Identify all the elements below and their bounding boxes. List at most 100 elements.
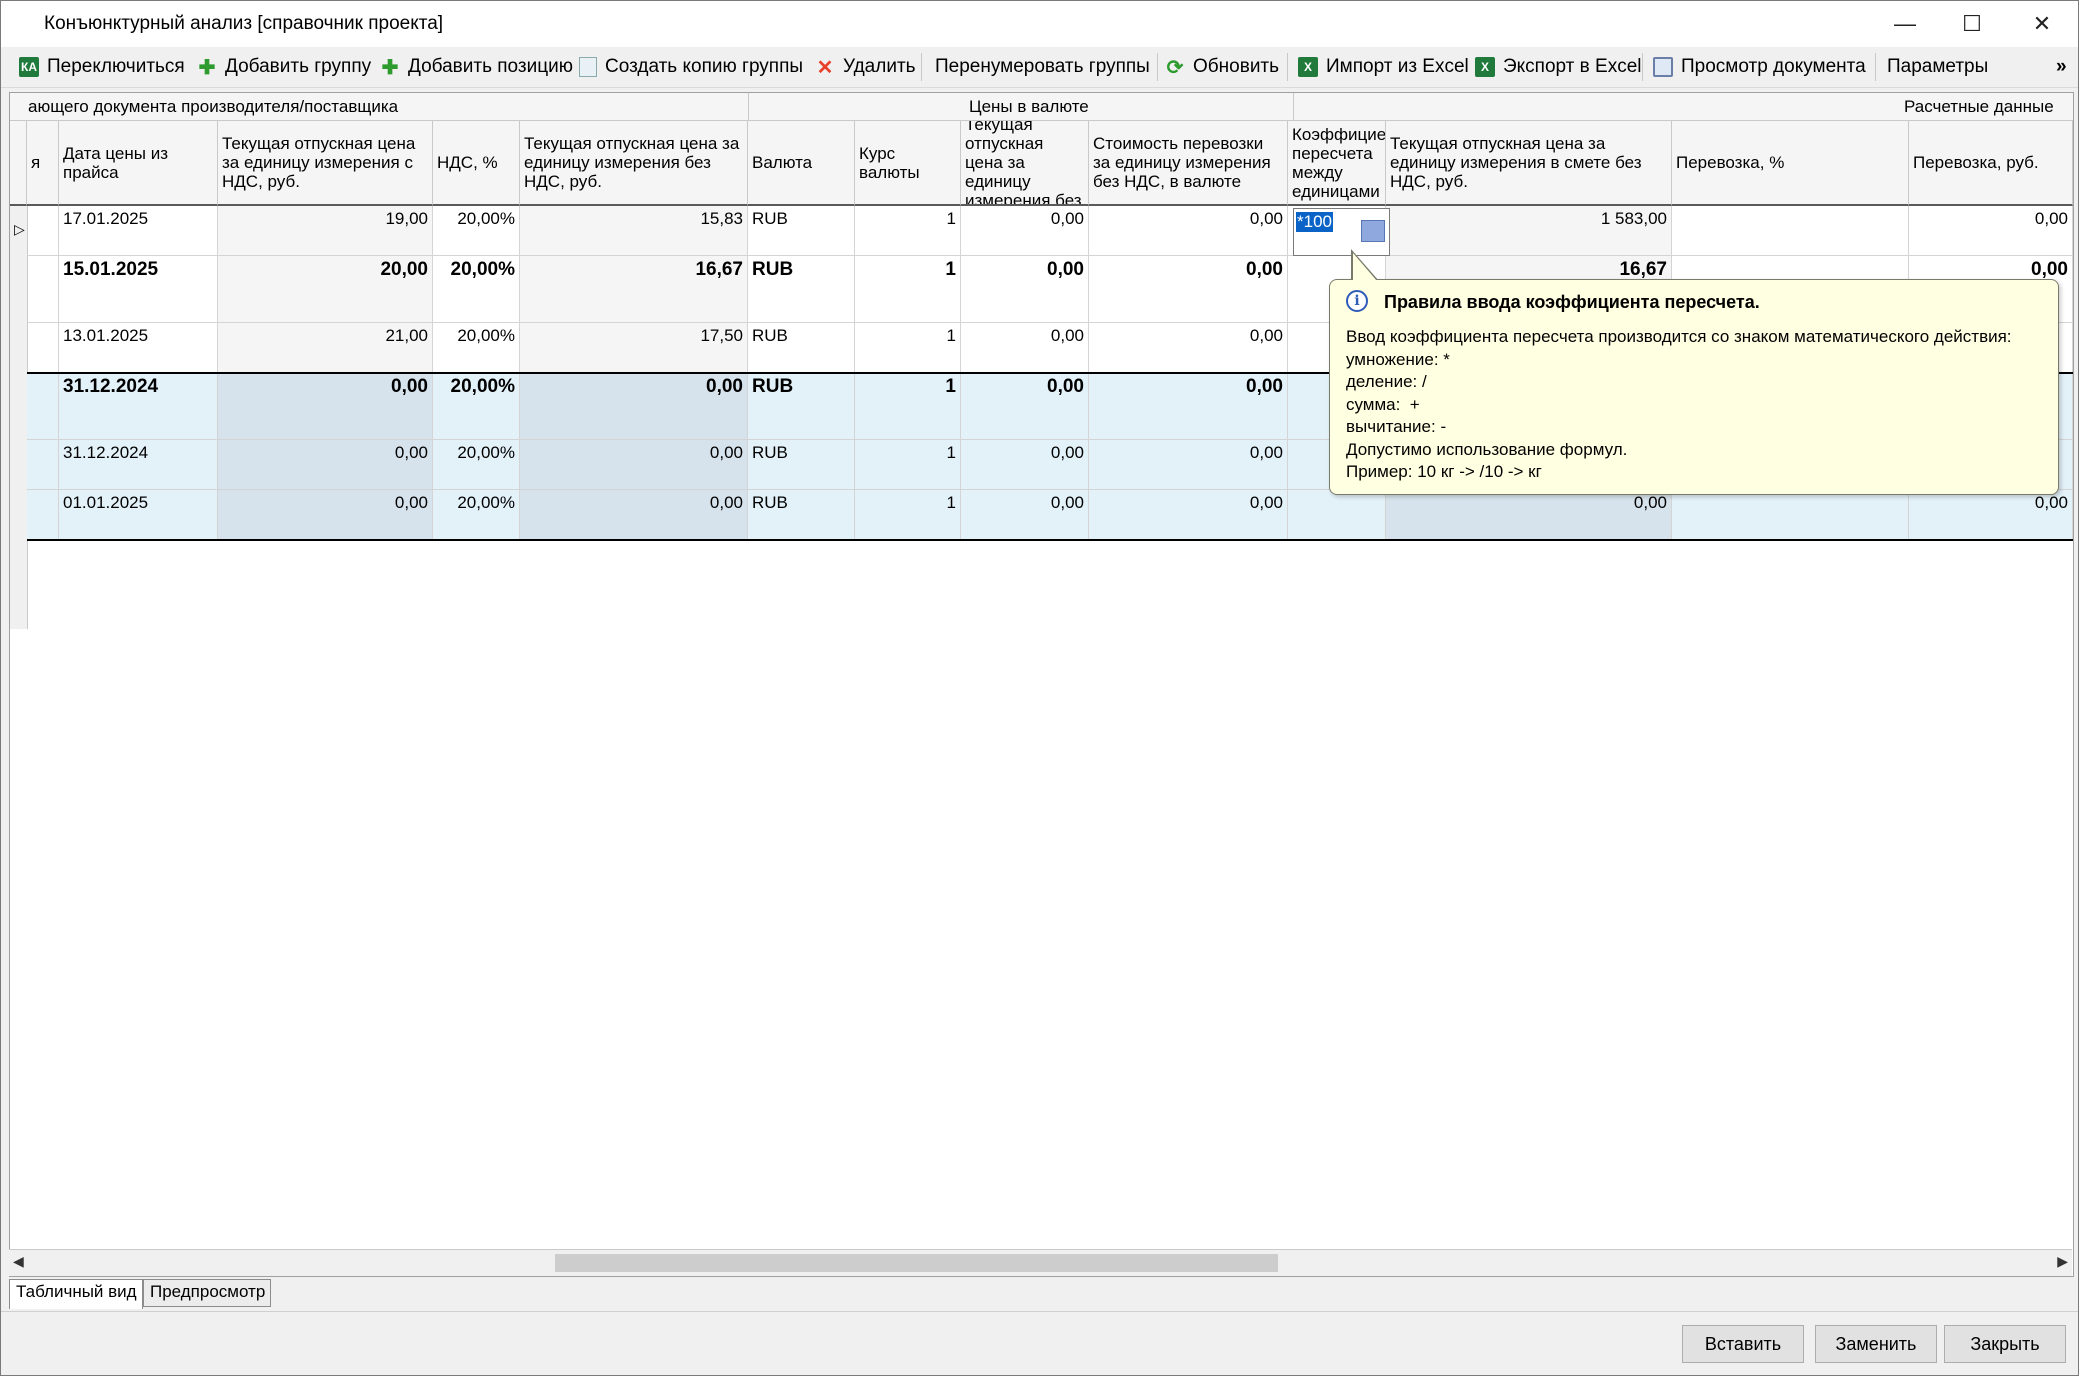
close-button[interactable]: Закрыть <box>1944 1325 2066 1363</box>
cell-cur_price[interactable]: 0,00 <box>961 490 1089 540</box>
cell-date[interactable]: 15.01.2025 <box>59 256 218 323</box>
cell-date[interactable]: 01.01.2025 <box>59 490 218 540</box>
header-coef[interactable]: Коэффициент пересчета между единицами <box>1288 121 1386 206</box>
cell-rate[interactable]: 1 <box>855 440 961 490</box>
cell-price_vat[interactable]: 21,00 <box>218 323 433 373</box>
cell-coef[interactable] <box>1288 490 1386 540</box>
cell-currency[interactable]: RUB <box>748 323 855 373</box>
cell-currency[interactable]: RUB <box>748 206 855 256</box>
cell-price_vat[interactable]: 0,00 <box>218 373 433 440</box>
cell-price_novat[interactable]: 16,67 <box>520 256 748 323</box>
cell-currency[interactable]: RUB <box>748 373 855 440</box>
cell-date[interactable]: 13.01.2025 <box>59 323 218 373</box>
cell-vat[interactable]: 20,00% <box>433 440 520 490</box>
cell-price_vat[interactable]: 0,00 <box>218 490 433 540</box>
maximize-icon[interactable]: ☐ <box>1941 1 2003 47</box>
cell-rub[interactable]: 0,00 <box>1909 206 2073 256</box>
cell-transport[interactable]: 0,00 <box>1089 323 1288 373</box>
replace-button[interactable]: Заменить <box>1815 1325 1937 1363</box>
cell-rate[interactable]: 1 <box>855 206 961 256</box>
copy-group-button[interactable]: Создать копию группы <box>579 53 803 81</box>
cell-c0[interactable] <box>27 440 59 490</box>
header-transport-cost[interactable]: Стоимость перевозки за единицу измерения… <box>1089 121 1288 206</box>
cell-c0[interactable] <box>27 323 59 373</box>
header-vat[interactable]: НДС, % <box>433 121 520 206</box>
refresh-button[interactable]: ⟳ Обновить <box>1165 53 1279 81</box>
header-currency[interactable]: Валюта <box>748 121 855 206</box>
switch-button[interactable]: КА Переключиться <box>19 53 185 81</box>
cell-transport[interactable]: 0,00 <box>1089 206 1288 256</box>
header-col0[interactable]: я <box>27 121 59 206</box>
cell-price_novat[interactable]: 0,00 <box>520 440 748 490</box>
cell-cur_price[interactable]: 0,00 <box>961 206 1089 256</box>
cell-rate[interactable]: 1 <box>855 490 961 540</box>
header-transport-pct[interactable]: Перевозка, % <box>1672 121 1909 206</box>
cell-vat[interactable]: 20,00% <box>433 206 520 256</box>
cell-cur_price[interactable]: 0,00 <box>961 440 1089 490</box>
cell-vat[interactable]: 20,00% <box>433 256 520 323</box>
cell-vat[interactable]: 20,00% <box>433 490 520 540</box>
cell-transport[interactable]: 0,00 <box>1089 490 1288 540</box>
cell-currency[interactable]: RUB <box>748 440 855 490</box>
cell-pct[interactable] <box>1672 206 1909 256</box>
delete-button[interactable]: ✕ Удалить <box>815 53 916 81</box>
cell-date[interactable]: 31.12.2024 <box>59 373 218 440</box>
cell-price_vat[interactable]: 20,00 <box>218 256 433 323</box>
scroll-left-icon[interactable]: ◀ <box>13 1253 24 1270</box>
cell-price_novat[interactable]: 0,00 <box>520 373 748 440</box>
cell-transport[interactable]: 0,00 <box>1089 440 1288 490</box>
view-document-button[interactable]: Просмотр документа <box>1653 53 1866 81</box>
cell-estimate[interactable]: 1 583,00 <box>1386 206 1672 256</box>
cell-cur_price[interactable]: 0,00 <box>961 323 1089 373</box>
cell-cur_price[interactable]: 0,00 <box>961 373 1089 440</box>
cell-rub[interactable]: 0,00 <box>1909 490 2073 540</box>
import-excel-button[interactable]: X Импорт из Excel <box>1298 53 1469 81</box>
parameters-button[interactable]: Параметры <box>1887 53 1988 81</box>
cell-transport[interactable]: 0,00 <box>1089 256 1288 323</box>
tab-table-view[interactable]: Табличный вид <box>9 1279 143 1309</box>
minimize-icon[interactable]: — <box>1874 1 1936 47</box>
cell-c0[interactable] <box>27 373 59 440</box>
cell-price_novat[interactable]: 0,00 <box>520 490 748 540</box>
cell-vat[interactable]: 20,00% <box>433 323 520 373</box>
add-group-button[interactable]: ✚ Добавить группу <box>197 53 372 81</box>
header-rate[interactable]: Курс валюты <box>855 121 961 206</box>
cell-price_novat[interactable]: 17,50 <box>520 323 748 373</box>
cell-rate[interactable]: 1 <box>855 323 961 373</box>
cell-transport[interactable]: 0,00 <box>1089 373 1288 440</box>
cell-c0[interactable] <box>27 256 59 323</box>
calculator-icon[interactable] <box>1361 220 1385 242</box>
cell-c0[interactable] <box>27 206 59 256</box>
add-position-button[interactable]: ✚ Добавить позицию <box>380 53 573 81</box>
cell-pct[interactable] <box>1672 490 1909 540</box>
cell-price_novat[interactable]: 15,83 <box>520 206 748 256</box>
cell-c0[interactable] <box>27 490 59 540</box>
cell-rate[interactable]: 1 <box>855 373 961 440</box>
header-price-novat[interactable]: Текущая отпускная цена за единицу измере… <box>520 121 748 206</box>
insert-button[interactable]: Вставить <box>1682 1325 1804 1363</box>
renumber-button[interactable]: Перенумеровать группы <box>935 53 1150 81</box>
toolbar-overflow-icon[interactable]: » <box>2056 53 2067 81</box>
cell-vat[interactable]: 20,00% <box>433 373 520 440</box>
header-cur-price[interactable]: Текущая отпускная цена за единицу измере… <box>961 121 1089 206</box>
cell-estimate[interactable]: 0,00 <box>1386 490 1672 540</box>
export-excel-button[interactable]: X Экспорт в Excel <box>1475 53 1642 81</box>
scroll-right-icon[interactable]: ▶ <box>2057 1253 2068 1270</box>
cell-price_vat[interactable]: 19,00 <box>218 206 433 256</box>
header-price-vat[interactable]: Текущая отпускная цена за единицу измере… <box>218 121 433 206</box>
cell-cur_price[interactable]: 0,00 <box>961 256 1089 323</box>
header-transport-rub[interactable]: Перевозка, руб. <box>1909 121 2073 206</box>
data-grid[interactable]: ающего документа производителя/поставщик… <box>9 92 2074 1277</box>
tab-preview[interactable]: Предпросмотр <box>143 1279 271 1307</box>
cell-date[interactable]: 17.01.2025 <box>59 206 218 256</box>
cell-rate[interactable]: 1 <box>855 256 961 323</box>
close-icon[interactable]: ✕ <box>2011 1 2073 47</box>
cell-currency[interactable]: RUB <box>748 256 855 323</box>
header-date[interactable]: Дата цены из прайса <box>59 121 218 206</box>
cell-currency[interactable]: RUB <box>748 490 855 540</box>
cell-date[interactable]: 31.12.2024 <box>59 440 218 490</box>
cell-price_vat[interactable]: 0,00 <box>218 440 433 490</box>
coef-edit-value[interactable]: *100 <box>1296 212 1333 232</box>
header-estimate-price[interactable]: Текущая отпускная цена за единицу измере… <box>1386 121 1672 206</box>
horizontal-scrollbar[interactable]: ◀ ▶ <box>9 1249 2072 1276</box>
